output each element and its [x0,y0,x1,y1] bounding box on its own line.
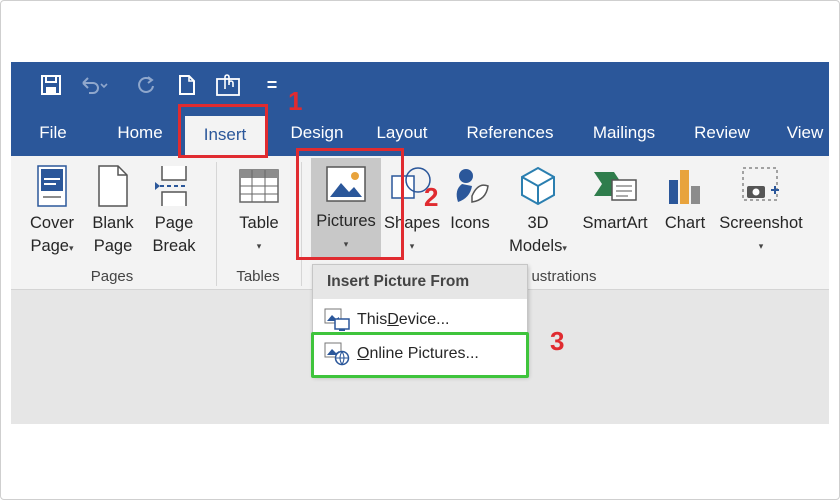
title-bar: = [11,62,829,110]
device-picture-icon [317,308,357,332]
tab-view[interactable]: View [781,110,829,156]
icons-icon [447,160,493,212]
page-break-button[interactable]: Page Break [147,160,201,258]
save-icon[interactable] [36,70,66,100]
screenshot-icon [717,160,805,212]
smartart-button[interactable]: SmartArt [579,160,651,235]
3d-models-button[interactable]: 3D Models▾ [503,160,573,260]
cover-page-button[interactable]: Cover Page▾ [23,160,81,260]
step-number-1: 1 [288,86,303,116]
step-number-2: 2 [424,182,439,212]
undo-icon[interactable] [79,70,109,100]
tab-file[interactable]: File [27,110,79,156]
tab-mailings[interactable]: Mailings [585,110,663,156]
tab-home[interactable]: Home [109,110,171,156]
table-button[interactable]: Table ▾ [233,160,285,258]
tab-review[interactable]: Review [689,110,755,156]
group-label-illustrations: ustrations [531,268,597,285]
blank-page-icon [87,160,139,212]
icons-button[interactable]: Icons [447,160,493,235]
cover-page-icon [23,160,81,212]
redo-icon[interactable] [131,70,161,100]
step-number-3: 3 [550,326,565,356]
customize-qat-icon[interactable]: = [257,70,287,100]
group-label-tables: Tables [236,268,280,285]
page-break-icon [147,160,201,212]
screenshot-button[interactable]: Screenshot ▾ [717,160,805,258]
chart-button[interactable]: Chart [659,160,711,235]
table-icon [233,160,285,212]
highlight-step-1 [178,104,268,158]
3d-cube-icon [503,160,573,212]
touch-mode-icon[interactable] [214,70,244,100]
tab-references[interactable]: References [463,110,557,156]
menu-header: Insert Picture From [313,265,527,299]
group-label-pages: Pages [90,268,134,285]
group-divider [216,162,217,286]
highlight-step-3 [311,332,529,378]
smartart-icon [579,160,651,212]
highlight-step-2 [296,148,404,260]
blank-page-button[interactable]: Blank Page [87,160,139,258]
ribbon-tab-bar: File Home Insert Design Layout Reference… [11,110,829,156]
bar-chart-icon [659,160,711,212]
new-document-icon[interactable] [172,70,202,100]
